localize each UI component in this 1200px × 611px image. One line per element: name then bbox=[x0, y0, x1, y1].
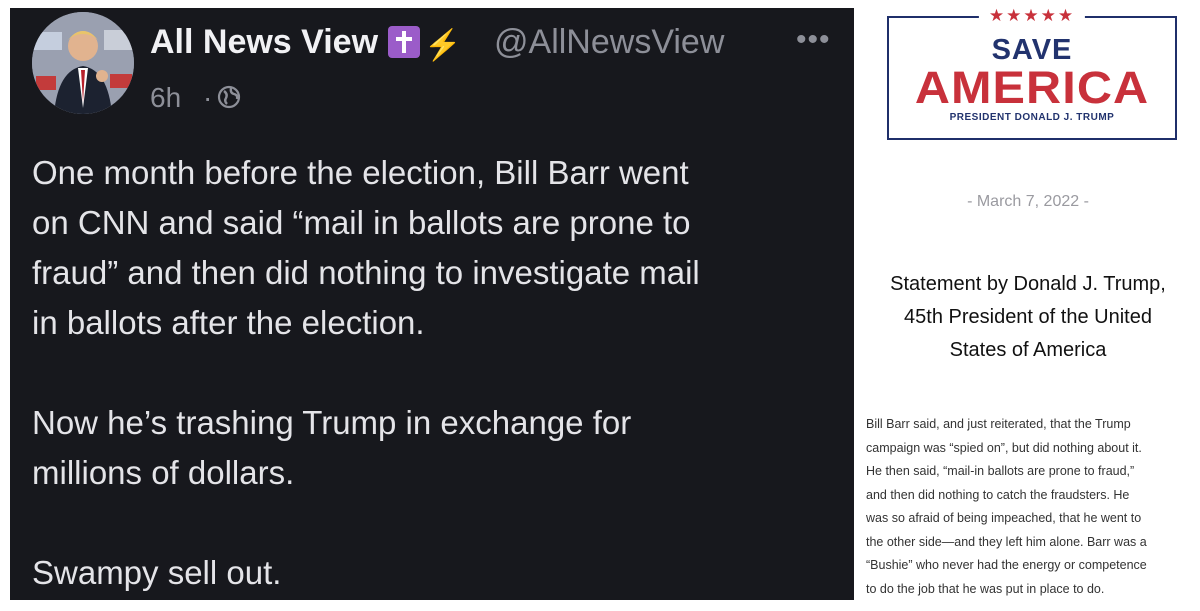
lightning-bolt-icon: ⚡ bbox=[424, 29, 462, 62]
statement-heading-line: Statement by Donald J. Trump, bbox=[890, 273, 1166, 295]
more-options-icon[interactable]: ••• bbox=[796, 25, 831, 55]
post-timestamp[interactable]: 6h bbox=[150, 82, 181, 114]
author-avatar[interactable] bbox=[32, 12, 134, 114]
logo-stars-icon: ★★★★★ bbox=[978, 6, 1086, 26]
post-body-line: fraud” and then did nothing to investiga… bbox=[32, 254, 700, 291]
avatar-image bbox=[32, 12, 134, 114]
statement-body-line: was so afraid of being impeached, that h… bbox=[866, 511, 1142, 525]
statement-body-line: He then said, “mail-in ballots are prone… bbox=[866, 464, 1135, 478]
statement-body-line: campaign was “spied on”, but did nothing… bbox=[866, 440, 1142, 455]
statement-body-line: Bill Barr said, and just reiterated, tha… bbox=[866, 417, 1131, 431]
statement-date: - March 7, 2022 - bbox=[967, 193, 1089, 210]
statement-body-line: and then did nothing to catch the frauds… bbox=[866, 487, 1130, 502]
statement-heading-line: States of America bbox=[949, 339, 1107, 361]
post-body-line: Now he’s trashing Trump in exchange for bbox=[32, 404, 632, 441]
post-body-line: millions of dollars. bbox=[32, 454, 295, 491]
statement-panel: ★★★★★ SAVE AMERICA PRESIDENT DONALD J. T… bbox=[856, 0, 1200, 611]
social-post: All News View ⚡ @AllNewsView ••• 6h · One… bbox=[10, 8, 854, 600]
post-body-line: One month before the election, Bill Barr… bbox=[32, 154, 689, 191]
latin-cross-icon bbox=[388, 26, 421, 58]
author-handle[interactable]: @AllNewsView bbox=[494, 22, 724, 62]
statement-body: Bill Barr said, and just reiterated, tha… bbox=[866, 413, 1196, 601]
statement-body-line: the other side—and they left him alone. … bbox=[866, 534, 1147, 549]
save-america-logo: ★★★★★ SAVE AMERICA PRESIDENT DONALD J. T… bbox=[887, 6, 1177, 140]
author-name-row[interactable]: All News View ⚡ bbox=[150, 22, 461, 66]
statement-body-line: “Bushie” who never had the energy or com… bbox=[866, 558, 1147, 572]
post-body-line: in ballots after the election. bbox=[32, 304, 425, 341]
statement-heading-line: 45th President of the United bbox=[904, 306, 1152, 328]
logo-america-text: AMERICA bbox=[914, 62, 1150, 113]
author-name[interactable]: All News View bbox=[150, 23, 378, 61]
statement-heading: Statement by Donald J. Trump, 45th Presi… bbox=[856, 268, 1200, 367]
globe-icon bbox=[217, 85, 241, 109]
logo-president-text: PRESIDENT DONALD J. TRUMP bbox=[949, 112, 1115, 123]
post-body-line: on CNN and said “mail in ballots are pro… bbox=[32, 204, 691, 241]
statement-body-line: to do the job that he was put in place t… bbox=[866, 581, 1105, 596]
meta-separator: · bbox=[203, 82, 213, 113]
post-body-line: Swampy sell out. bbox=[32, 554, 282, 591]
